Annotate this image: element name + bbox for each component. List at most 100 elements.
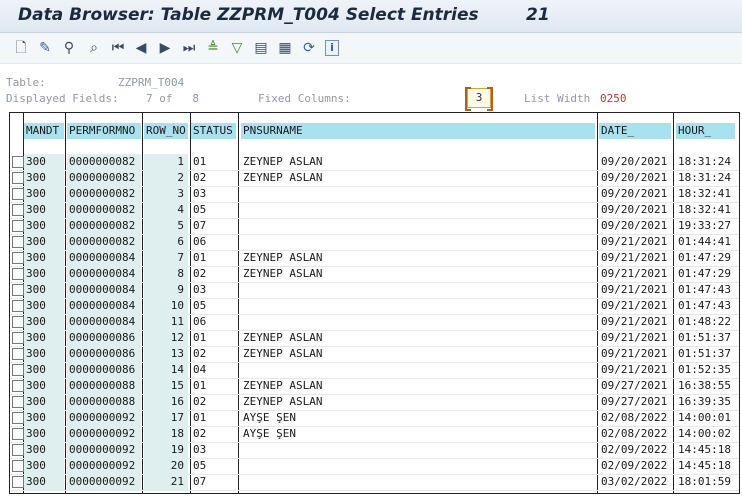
- cell-hour[interactable]: 14:45:18: [676, 442, 735, 458]
- cell-permformno[interactable]: 0000000086: [67, 346, 141, 362]
- cell-mandt[interactable]: 300: [24, 170, 64, 186]
- cell-pnsurname[interactable]: [241, 202, 595, 218]
- cell-pnsurname[interactable]: [241, 314, 595, 330]
- cell-pnsurname[interactable]: AYŞE ŞEN: [241, 426, 595, 442]
- first-page-icon[interactable]: ⏮: [108, 38, 128, 58]
- cell-date[interactable]: 09/20/2021: [599, 154, 671, 170]
- cell-mandt[interactable]: 300: [24, 282, 64, 298]
- cell-permformno[interactable]: 0000000092: [67, 474, 141, 490]
- cell-date[interactable]: 09/20/2021: [599, 218, 671, 234]
- cell-rowno[interactable]: 16: [144, 394, 188, 410]
- table-row[interactable]: 300 0000000088 15 01 ZEYNEP ASLAN 09/27/2021 1…: [10, 378, 739, 395]
- column-header-mandt[interactable]: MANDT: [24, 123, 64, 139]
- cell-rowno[interactable]: 3: [144, 186, 188, 202]
- cell-date[interactable]: 09/21/2021: [599, 266, 671, 282]
- cell-pnsurname[interactable]: ZEYNEP ASLAN: [241, 394, 595, 410]
- cell-mandt[interactable]: 300: [24, 234, 64, 250]
- check-table-icon[interactable]: ⚲: [59, 38, 79, 58]
- table-row[interactable]: 300 0000000082 3 03 09/20/2021 18:32:41: [10, 186, 739, 203]
- row-select-checkbox[interactable]: [12, 284, 24, 296]
- cell-pnsurname[interactable]: [241, 282, 595, 298]
- cell-rowno[interactable]: 19: [144, 442, 188, 458]
- cell-date[interactable]: 09/21/2021: [599, 346, 671, 362]
- cell-rowno[interactable]: 2: [144, 170, 188, 186]
- cell-permformno[interactable]: 0000000086: [67, 330, 141, 346]
- cell-date[interactable]: 09/21/2021: [599, 282, 671, 298]
- table-row[interactable]: 300 0000000084 9 03 09/21/2021 01:47:43: [10, 282, 739, 299]
- cell-status[interactable]: 03: [191, 186, 236, 202]
- row-select-checkbox[interactable]: [12, 396, 24, 408]
- cell-hour[interactable]: 01:47:29: [676, 266, 735, 282]
- table-row[interactable]: 300 0000000082 2 02 ZEYNEP ASLAN 09/20/2021 18…: [10, 170, 739, 187]
- cell-mandt[interactable]: 300: [24, 330, 64, 346]
- cell-status[interactable]: 05: [191, 298, 236, 314]
- cell-permformno[interactable]: 0000000082: [67, 218, 141, 234]
- cell-rowno[interactable]: 6: [144, 234, 188, 250]
- find-icon[interactable]: ⌕: [84, 38, 104, 58]
- row-select-checkbox[interactable]: [12, 444, 24, 456]
- cell-pnsurname[interactable]: ZEYNEP ASLAN: [241, 170, 595, 186]
- table-row[interactable]: 300 0000000092 19 03 02/09/2022 14:45:18: [10, 442, 739, 459]
- cell-pnsurname[interactable]: [241, 234, 595, 250]
- row-select-checkbox[interactable]: [12, 380, 24, 392]
- cell-rowno[interactable]: 15: [144, 378, 188, 394]
- cell-hour[interactable]: 01:47:43: [676, 282, 735, 298]
- column-header-permformno[interactable]: PERMFORMNO: [67, 123, 141, 139]
- cell-mandt[interactable]: 300: [24, 298, 64, 314]
- cell-date[interactable]: 09/21/2021: [599, 234, 671, 250]
- cell-mandt[interactable]: 300: [24, 394, 64, 410]
- column-header-hour[interactable]: HOUR_: [676, 123, 735, 139]
- cell-mandt[interactable]: 300: [24, 410, 64, 426]
- cell-pnsurname[interactable]: ZEYNEP ASLAN: [241, 154, 595, 170]
- row-select-checkbox[interactable]: [12, 460, 24, 472]
- cell-mandt[interactable]: 300: [24, 186, 64, 202]
- cell-permformno[interactable]: 0000000092: [67, 410, 141, 426]
- cell-permformno[interactable]: 0000000088: [67, 394, 141, 410]
- cell-status[interactable]: 07: [191, 218, 236, 234]
- cell-status[interactable]: 04: [191, 362, 236, 378]
- table-row[interactable]: 300 0000000092 18 02 AYŞE ŞEN 02/08/2022 14:00…: [10, 426, 739, 443]
- cell-hour[interactable]: 18:01:59: [676, 474, 735, 490]
- cell-status[interactable]: 03: [191, 282, 236, 298]
- cell-hour[interactable]: 18:31:24: [676, 154, 735, 170]
- cell-date[interactable]: 02/08/2022: [599, 426, 671, 442]
- row-select-checkbox[interactable]: [12, 412, 24, 424]
- cell-rowno[interactable]: 10: [144, 298, 188, 314]
- cell-status[interactable]: 01: [191, 154, 236, 170]
- cell-date[interactable]: 09/20/2021: [599, 170, 671, 186]
- cell-hour[interactable]: 14:45:18: [676, 458, 735, 474]
- cell-pnsurname[interactable]: ZEYNEP ASLAN: [241, 346, 595, 362]
- cell-permformno[interactable]: 0000000082: [67, 154, 141, 170]
- cell-hour[interactable]: 01:47:43: [676, 298, 735, 314]
- cell-date[interactable]: 09/21/2021: [599, 250, 671, 266]
- cell-permformno[interactable]: 0000000084: [67, 282, 141, 298]
- table-row[interactable]: 300 0000000092 17 01 AYŞE ŞEN 02/08/2022 14:00…: [10, 410, 739, 427]
- cell-mandt[interactable]: 300: [24, 346, 64, 362]
- cell-date[interactable]: 09/21/2021: [599, 298, 671, 314]
- cell-date[interactable]: 09/21/2021: [599, 330, 671, 346]
- cell-pnsurname[interactable]: [241, 362, 595, 378]
- cell-rowno[interactable]: 13: [144, 346, 188, 362]
- row-select-checkbox[interactable]: [12, 268, 24, 280]
- cell-pnsurname[interactable]: AYŞE ŞEN: [241, 410, 595, 426]
- cell-mandt[interactable]: 300: [24, 378, 64, 394]
- cell-pnsurname[interactable]: ZEYNEP ASLAN: [241, 266, 595, 282]
- table-row[interactable]: 300 0000000084 8 02 ZEYNEP ASLAN 09/21/2021 01…: [10, 266, 739, 283]
- cell-permformno[interactable]: 0000000082: [67, 170, 141, 186]
- cell-rowno[interactable]: 11: [144, 314, 188, 330]
- next-page-icon[interactable]: ▶: [155, 38, 175, 58]
- cell-status[interactable]: 02: [191, 394, 236, 410]
- cell-status[interactable]: 01: [191, 250, 236, 266]
- row-select-checkbox[interactable]: [12, 428, 24, 440]
- cell-rowno[interactable]: 8: [144, 266, 188, 282]
- cell-hour[interactable]: 01:52:35: [676, 362, 735, 378]
- cell-permformno[interactable]: 0000000092: [67, 458, 141, 474]
- cell-date[interactable]: 09/27/2021: [599, 394, 671, 410]
- cell-hour[interactable]: 16:38:55: [676, 378, 735, 394]
- row-select-checkbox[interactable]: [12, 172, 24, 184]
- row-select-checkbox[interactable]: [12, 476, 24, 488]
- cell-mandt[interactable]: 300: [24, 218, 64, 234]
- cell-pnsurname[interactable]: [241, 458, 595, 474]
- cell-mandt[interactable]: 300: [24, 154, 64, 170]
- sort-ascending-icon[interactable]: ≜: [203, 38, 223, 58]
